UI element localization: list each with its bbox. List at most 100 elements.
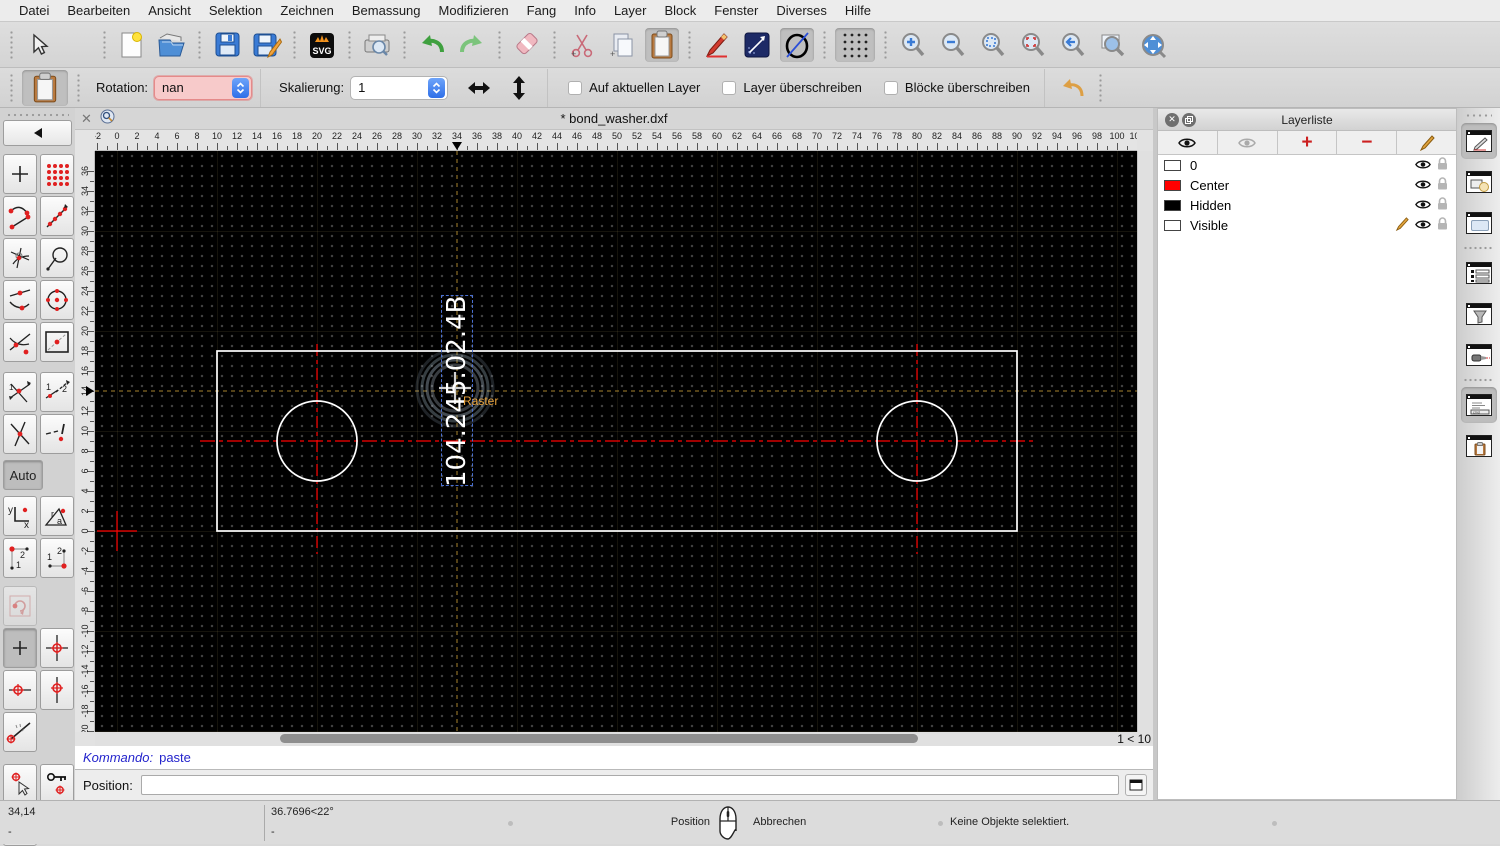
layer-lock-icon[interactable] [1437, 177, 1448, 193]
dock-clipboard-icon[interactable] [1461, 428, 1497, 464]
horizontal-scrollbar-thumb[interactable] [280, 734, 918, 743]
layer-lock-icon[interactable] [1437, 197, 1448, 213]
reference-point-21-icon[interactable]: 12 [40, 538, 74, 578]
zoom-previous-icon[interactable] [1056, 28, 1090, 62]
dock-command-widget-icon[interactable]: cmd [1460, 387, 1497, 423]
layer-color-swatch[interactable] [1164, 219, 1181, 231]
snap-grid-icon[interactable] [40, 154, 74, 194]
set-relative-zero-icon[interactable] [3, 764, 37, 804]
toolbar-handle[interactable] [347, 29, 352, 60]
zoom-auto-icon[interactable] [976, 28, 1010, 62]
layer-lock-icon[interactable] [1437, 157, 1448, 173]
toolbar-handle[interactable] [1097, 72, 1103, 103]
menu-bearbeiten[interactable]: Bearbeiten [58, 0, 139, 22]
toolbar-handle[interactable] [822, 29, 827, 60]
edit-layer-icon[interactable] [1397, 131, 1456, 154]
snap-exclusive-icon[interactable] [40, 414, 74, 454]
checkbox-bl-cke-berschreiben[interactable]: Blöcke überschreiben [883, 80, 1030, 95]
command-input[interactable] [140, 775, 1119, 795]
drawing-canvas[interactable]: 104.245.02.4B Raster [95, 151, 1137, 732]
toolbar-handle[interactable] [497, 29, 502, 60]
toolbar-handle[interactable] [687, 29, 692, 60]
layer-row-hidden[interactable]: Hidden [1158, 195, 1456, 215]
checkbox-box[interactable] [883, 80, 898, 95]
pan-icon[interactable] [1136, 28, 1170, 62]
open-document-icon[interactable] [155, 28, 189, 62]
menu-modifizieren[interactable]: Modifizieren [430, 0, 518, 22]
menu-zeichnen[interactable]: Zeichnen [271, 0, 342, 22]
menu-block[interactable]: Block [655, 0, 705, 22]
toolbar-handle[interactable] [552, 29, 557, 60]
ellipse-icon[interactable] [780, 27, 814, 62]
toolbar-handle[interactable] [197, 29, 202, 60]
coordinate-polar-icon[interactable]: ra [40, 496, 74, 536]
scale-combobox[interactable]: 1 [350, 75, 449, 100]
stepper-icon[interactable] [428, 77, 446, 98]
checkbox-box[interactable] [722, 80, 737, 95]
show-all-layers-icon[interactable] [1158, 131, 1218, 154]
save-as-icon[interactable] [250, 28, 284, 62]
menu-selektion[interactable]: Selektion [200, 0, 271, 22]
restrict-vertical-icon[interactable] [40, 670, 74, 710]
palette-handle[interactable] [6, 112, 69, 118]
layer-visibility-icon[interactable] [1415, 218, 1431, 233]
layer-visibility-icon[interactable] [1415, 178, 1431, 193]
snap-middle-icon[interactable] [3, 280, 37, 320]
line-icon[interactable] [740, 28, 774, 62]
toolbar-handle[interactable] [9, 72, 14, 103]
snap-intersection-manual-icon[interactable]: 12 [40, 372, 74, 412]
reference-point-12-icon[interactable]: 12 [3, 538, 37, 578]
checkbox-box[interactable] [568, 80, 583, 95]
toolbar-handle[interactable] [9, 29, 14, 60]
horizontal-scrollbar[interactable]: 1 < 10 [95, 732, 1153, 746]
layer-row-center[interactable]: Center [1158, 175, 1456, 195]
menu-info[interactable]: Info [565, 0, 605, 22]
redo-icon[interactable] [455, 28, 489, 62]
cut-icon[interactable]: + [565, 28, 599, 62]
layer-row-0[interactable]: 0 [1158, 155, 1456, 175]
menu-ansicht[interactable]: Ansicht [139, 0, 200, 22]
layer-row-visible[interactable]: Visible [1158, 215, 1456, 235]
palette-back-button[interactable] [3, 120, 72, 146]
pasted-text-selection[interactable]: 104.245.02.4B [441, 295, 473, 487]
command-window-button[interactable] [1125, 774, 1147, 796]
lock-relative-zero-icon[interactable] [40, 764, 74, 804]
svg-export-icon[interactable]: SVG [305, 28, 339, 62]
remove-layer-icon[interactable]: − [1337, 131, 1398, 154]
draw-freehand-icon[interactable] [700, 28, 734, 62]
snap-distance-icon[interactable] [3, 322, 37, 362]
snap-reference-icon[interactable] [40, 322, 74, 362]
checkbox-auf-aktuellen-layer[interactable]: Auf aktuellen Layer [568, 80, 700, 95]
snap-intersection-icon[interactable]: 1 [3, 372, 37, 412]
dock-layer-list-icon[interactable] [1460, 123, 1497, 159]
vertical-scrollbar[interactable] [1137, 151, 1153, 732]
layer-color-swatch[interactable] [1164, 199, 1181, 211]
command-history[interactable]: Kommando: paste [75, 746, 1153, 770]
hide-all-layers-icon[interactable] [1218, 131, 1278, 154]
snap-on-entity-icon[interactable] [40, 196, 74, 236]
zoom-out-icon[interactable] [936, 28, 970, 62]
undo-icon[interactable] [415, 28, 449, 62]
snap-endpoint-icon[interactable] [3, 196, 37, 236]
flip-horizontal-icon[interactable] [462, 71, 496, 105]
menu-bemassung[interactable]: Bemassung [343, 0, 430, 22]
menu-hilfe[interactable]: Hilfe [836, 0, 880, 22]
toolbar-handle[interactable] [76, 72, 81, 103]
checkbox-layer-berschreiben[interactable]: Layer überschreiben [722, 80, 862, 95]
dock-library-browser-icon[interactable] [1461, 205, 1497, 241]
stepper-icon[interactable] [232, 77, 250, 98]
snap-free-icon[interactable] [3, 154, 37, 194]
snap-auto-button[interactable]: Auto [3, 460, 43, 490]
menu-layer[interactable]: Layer [605, 0, 656, 22]
paste-icon[interactable] [645, 27, 679, 62]
layer-visibility-icon[interactable] [1415, 158, 1431, 173]
restrict-nothing-icon[interactable] [3, 414, 37, 454]
layer-color-swatch[interactable] [1164, 179, 1181, 191]
angle-meter-icon[interactable] [3, 712, 37, 752]
grid-toggle-icon[interactable] [835, 27, 875, 62]
restrict-orthogonal-icon[interactable] [40, 628, 74, 668]
rotation-combobox[interactable]: nan [154, 75, 253, 100]
dock-block-list-icon[interactable] [1461, 164, 1497, 200]
menu-fang[interactable]: Fang [518, 0, 566, 22]
add-layer-icon[interactable]: + [1278, 131, 1338, 154]
